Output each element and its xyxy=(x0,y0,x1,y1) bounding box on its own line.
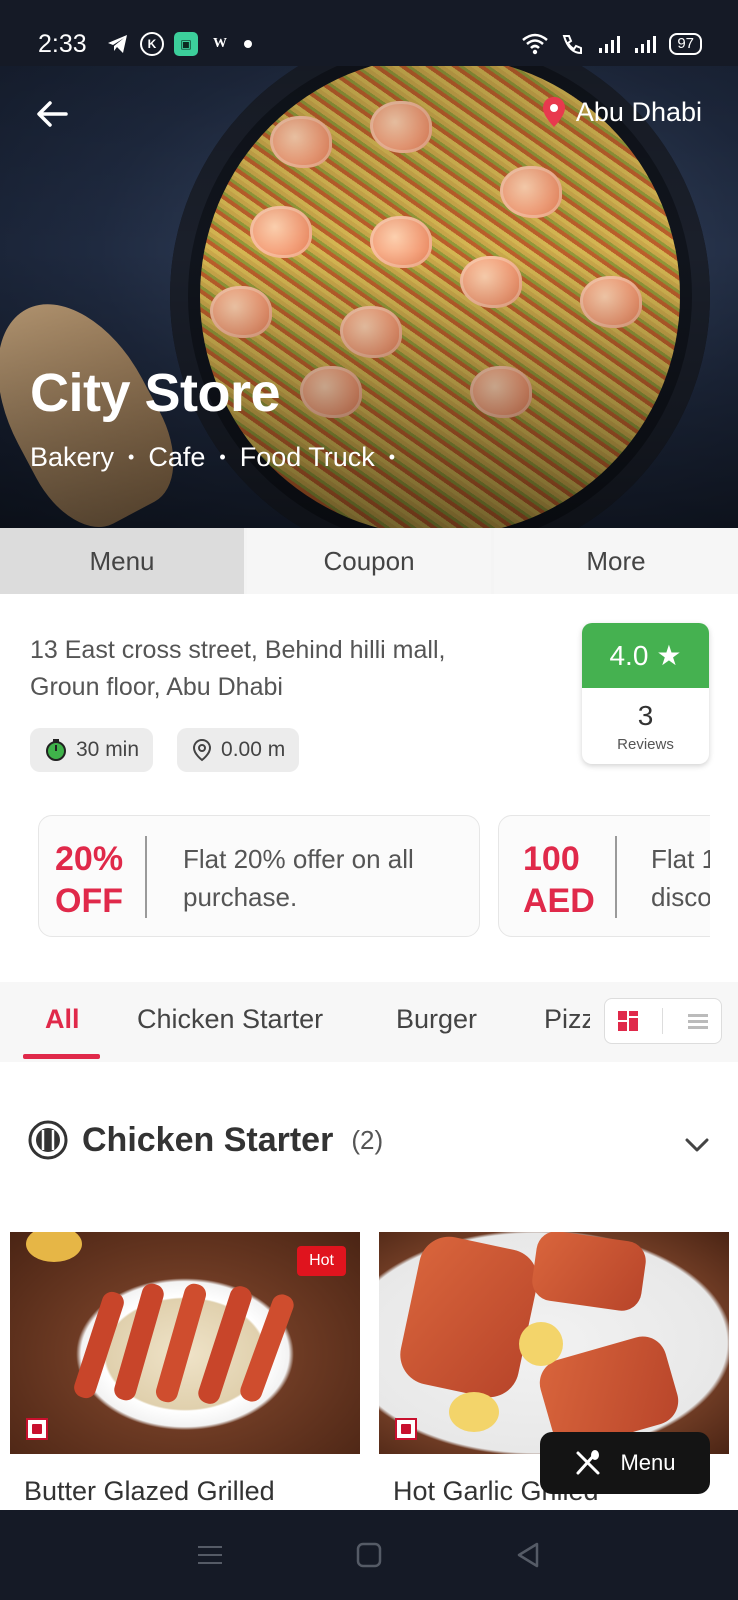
store-category: Bakery xyxy=(30,442,115,472)
active-category-indicator xyxy=(23,1054,100,1059)
store-category: Food Truck xyxy=(239,442,375,472)
cutlery-icon xyxy=(576,1450,600,1475)
category-burger[interactable]: Burger xyxy=(396,1004,477,1035)
offer-card[interactable]: 100 AED Flat 1 disco xyxy=(498,815,710,937)
signal-icon-2 xyxy=(635,36,657,53)
section-count: (2) xyxy=(351,1124,384,1155)
signal-icon xyxy=(599,36,621,53)
grid-view-icon[interactable] xyxy=(616,1009,640,1033)
tab-more[interactable]: More xyxy=(494,528,738,594)
w-app-icon: W xyxy=(213,36,227,51)
back-icon[interactable] xyxy=(513,1540,543,1570)
location-selector[interactable]: Abu Dhabi xyxy=(542,96,702,128)
offer-amount: 20% OFF xyxy=(55,840,124,920)
category-all[interactable]: All xyxy=(45,1004,80,1035)
telegram-icon xyxy=(108,35,127,53)
stopwatch-icon xyxy=(46,739,66,761)
delivery-time-chip: 30 min xyxy=(30,728,154,772)
product-card[interactable]: Hot Butter Glazed Grilled xyxy=(10,1232,360,1512)
app-notification-icon: ▣ xyxy=(174,32,198,56)
wifi-icon xyxy=(522,33,549,55)
more-notifications-dot xyxy=(244,40,252,48)
location-outline-icon xyxy=(193,738,212,762)
system-icons: 97 xyxy=(521,32,702,56)
category-pizza[interactable]: Pizza xyxy=(544,1004,590,1035)
star-icon: ★ xyxy=(656,640,682,671)
product-image: Hot xyxy=(10,1232,360,1454)
section-header: Chicken Starter (2) xyxy=(28,1120,383,1160)
distance-chip: 0.00 m xyxy=(177,728,300,772)
offer-description: Flat 1 disco xyxy=(651,844,710,912)
non-veg-icon xyxy=(26,1418,48,1440)
battery-indicator: 97 xyxy=(669,33,702,55)
menu-fab-label: Menu xyxy=(620,1450,676,1475)
offer-description: Flat 20% offer on all purchase. xyxy=(183,844,414,912)
view-toggle xyxy=(604,998,722,1044)
store-categories: Bakery • Cafe • Food Truck • xyxy=(30,442,396,472)
back-arrow-icon[interactable] xyxy=(34,96,70,132)
notification-icons: K ▣ W xyxy=(106,32,252,56)
k-app-icon: K xyxy=(140,32,164,56)
store-name: City Store xyxy=(30,363,281,423)
location-label: Abu Dhabi xyxy=(575,96,702,127)
rating-score: 4.0 ★ xyxy=(582,623,709,688)
offer-card[interactable]: 20% OFF Flat 20% offer on all purchase. xyxy=(38,815,480,937)
section-title: Chicken Starter xyxy=(82,1120,334,1159)
offers-carousel[interactable]: 20% OFF Flat 20% offer on all purchase. … xyxy=(38,815,710,937)
rating-value: 4.0 xyxy=(609,639,649,671)
list-view-icon[interactable] xyxy=(686,1009,710,1033)
category-chicken-starter[interactable]: Chicken Starter xyxy=(137,1004,323,1035)
store-hero-banner: Abu Dhabi City Store Bakery • Cafe • Foo… xyxy=(0,66,738,528)
offer-amount: 100 AED xyxy=(523,840,595,920)
rating-card[interactable]: 4.0 ★ 3 Reviews xyxy=(582,623,709,764)
review-count: 3 xyxy=(637,700,654,731)
hot-badge: Hot xyxy=(297,1246,346,1276)
tab-coupon[interactable]: Coupon xyxy=(247,528,491,594)
menu-fab-button[interactable]: Menu xyxy=(540,1432,710,1494)
address-line: 13 East cross street, Behind hilli mall, xyxy=(30,636,446,664)
status-bar: 2:33 K ▣ W 97 xyxy=(0,0,738,66)
non-veg-icon xyxy=(395,1418,417,1440)
address-line: Groun floor, Abu Dhabi xyxy=(30,673,283,701)
status-time: 2:33 xyxy=(38,30,87,58)
reviews-label: Reviews xyxy=(617,736,674,753)
store-category: Cafe xyxy=(148,442,206,472)
distance: 0.00 m xyxy=(221,738,286,761)
call-icon xyxy=(562,35,583,55)
system-nav-bar xyxy=(0,1510,738,1600)
location-pin-icon xyxy=(542,97,565,127)
home-icon[interactable] xyxy=(354,1540,384,1570)
menu-category-bar: All Chicken Starter Burger Pizza xyxy=(0,982,738,1062)
store-address: 13 East cross street, Behind hilli mall,… xyxy=(30,632,540,706)
product-image xyxy=(379,1232,729,1454)
delivery-time: 30 min xyxy=(76,738,140,761)
store-meta-chips: 30 min 0.00 m xyxy=(30,728,300,772)
tab-menu[interactable]: Menu xyxy=(0,528,244,594)
chevron-down-icon[interactable] xyxy=(682,1130,712,1160)
product-title: Butter Glazed Grilled xyxy=(24,1476,275,1506)
store-tabs: Menu Coupon More xyxy=(0,528,738,594)
recent-apps-icon[interactable] xyxy=(195,1540,225,1570)
cutlery-plate-icon xyxy=(28,1120,68,1160)
